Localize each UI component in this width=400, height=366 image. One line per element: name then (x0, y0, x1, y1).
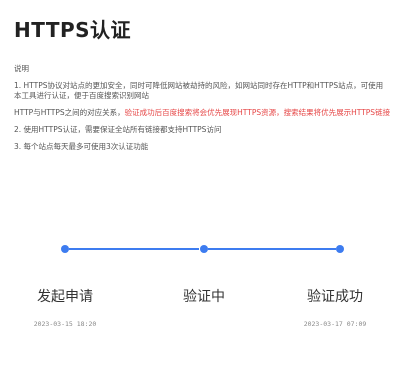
step-time-success: 2023-03-17 07:09 (303, 320, 367, 328)
progress-track-1 (69, 248, 199, 250)
https-auth-page: HTTPS认证 说明 1. HTTPS协议对站点的更加安全，同时可降低网站被劫持… (0, 0, 400, 366)
step-label-apply: 发起申请 (37, 289, 93, 305)
step-time-apply: 2023-03-15 18:20 (33, 320, 97, 328)
notes-item-1-warning-2: 搜索结果将优先展示HTTPS链接 (283, 108, 391, 117)
step-dot-success (336, 245, 344, 253)
progress-track-2 (208, 248, 336, 250)
notes-item-1-warning: 验证成功后百度搜索将会优先展现HTTPS资源， (124, 108, 284, 117)
step-label-verifying: 验证中 (183, 289, 225, 305)
notes-item-1-text-2: HTTP与HTTPS之间的对应关系， (14, 108, 125, 117)
step-dot-verifying (200, 245, 208, 253)
notes-item-1-cont: HTTP与HTTPS之间的对应关系，验证成功后百度搜索将会优先展现HTTPS资源… (14, 108, 390, 118)
page-title: HTTPS认证 (14, 18, 132, 42)
progress-steps: 发起申请 验证中 验证成功 2023-03-15 18:20 2023-03-1… (0, 240, 400, 340)
notes-item-1-text: 1. HTTPS协议对站点的更加安全，同时可降低网站被劫持的风险，如网站同时存在… (14, 81, 384, 100)
notes-item-3: 3. 每个站点每天最多可使用3次认证功能 (14, 142, 149, 151)
step-label-success: 验证成功 (307, 289, 363, 305)
notes-item-2: 2. 使用HTTPS认证，需要保证全站所有链接都支持HTTPS访问 (14, 125, 222, 134)
notes-item-1: 1. HTTPS协议对站点的更加安全，同时可降低网站被劫持的风险，如网站同时存在… (14, 81, 390, 101)
step-dot-apply (61, 245, 69, 253)
notes-section: 说明 1. HTTPS协议对站点的更加安全，同时可降低网站被劫持的风险，如网站同… (14, 64, 390, 159)
notes-heading: 说明 (14, 64, 29, 73)
